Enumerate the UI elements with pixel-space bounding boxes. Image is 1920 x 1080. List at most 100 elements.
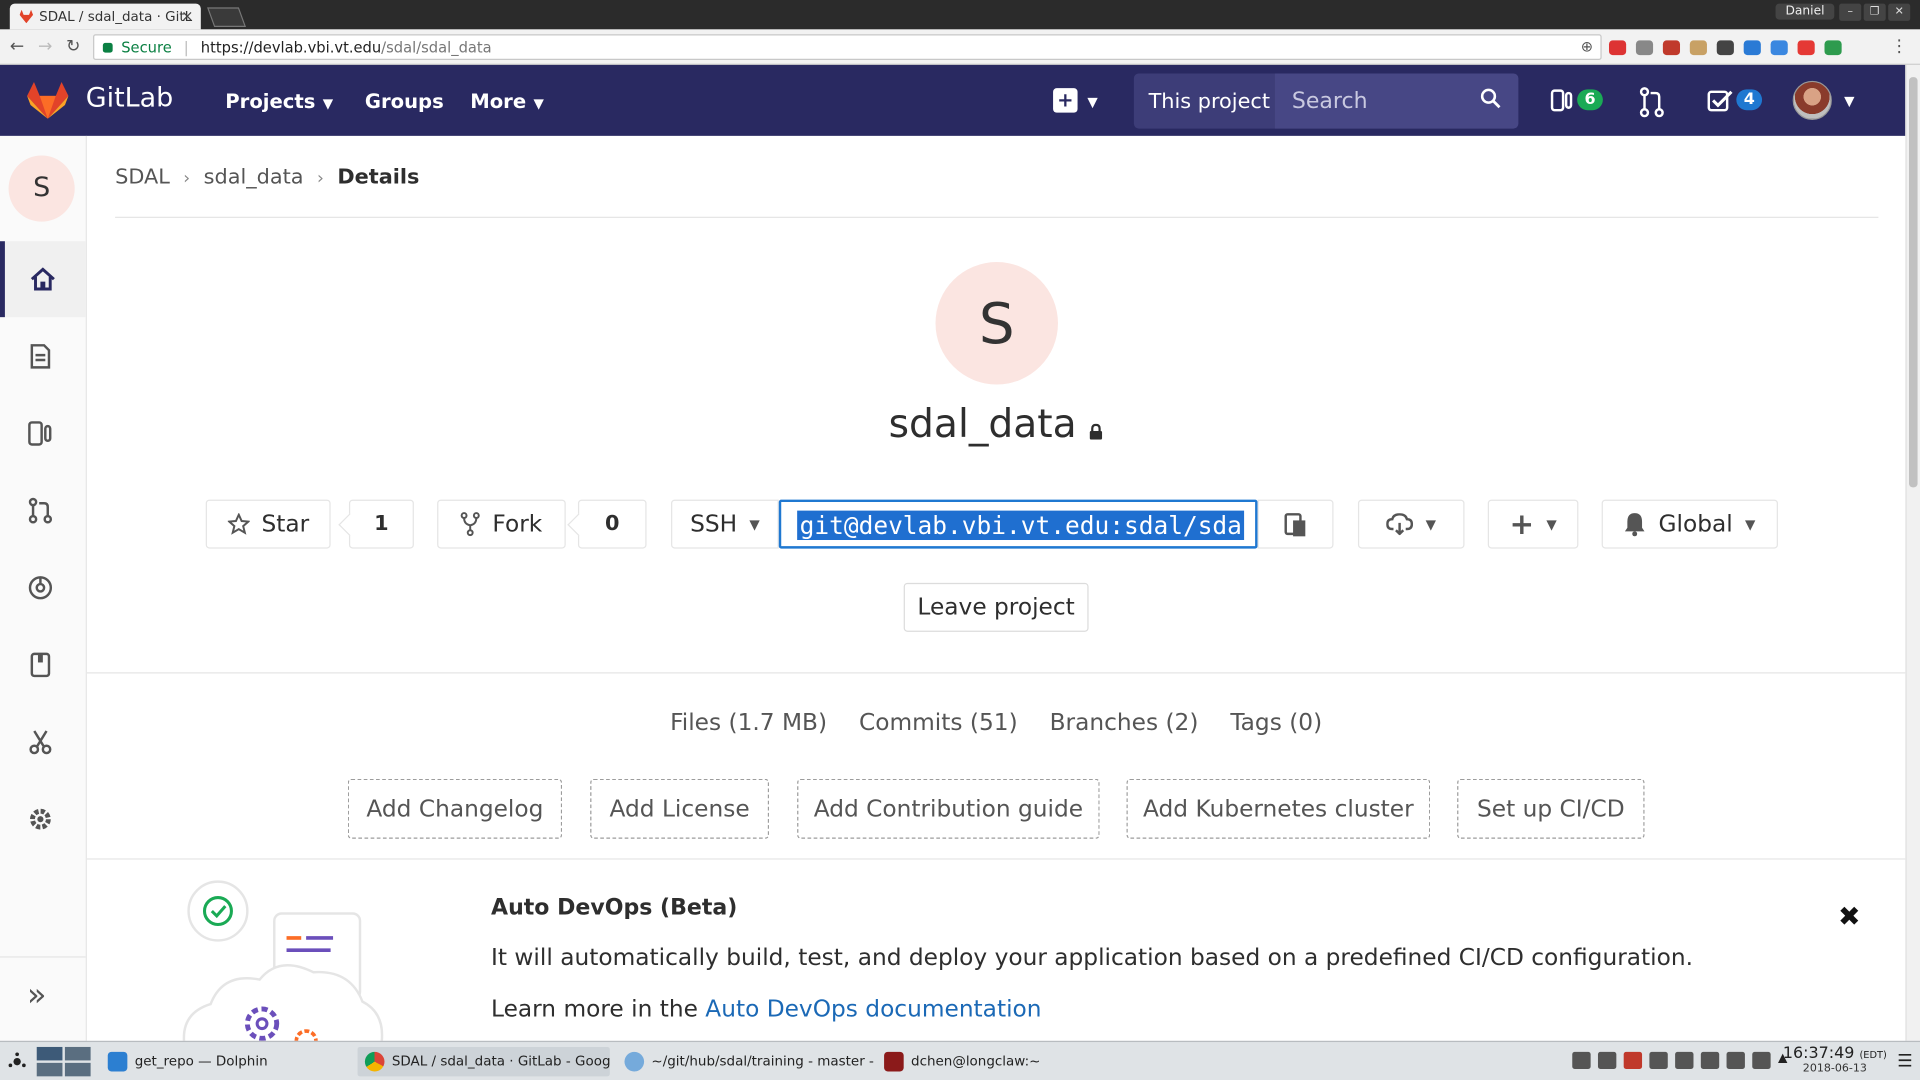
- sidebar-project-avatar[interactable]: S: [8, 155, 75, 222]
- extension-icon[interactable]: [1743, 40, 1761, 56]
- nav-projects[interactable]: Projects ▼: [225, 89, 333, 112]
- sidebar-item-wiki[interactable]: [0, 627, 86, 703]
- back-icon[interactable]: ←: [10, 37, 24, 57]
- caret-down-icon: ▼: [1425, 516, 1437, 533]
- project-stats: Files (1.7 MB) Commits (51) Branches (2)…: [87, 709, 1905, 736]
- zoom-icon[interactable]: ⊕: [1581, 38, 1593, 55]
- chevron-down-icon: ▼: [1087, 94, 1098, 111]
- tags-link[interactable]: Tags (0): [1230, 709, 1322, 736]
- notification-dropdown[interactable]: Global ▼: [1601, 499, 1778, 549]
- new-tab-button[interactable]: [207, 7, 247, 27]
- setup-ci-cd-button[interactable]: Set up CI/CD: [1457, 778, 1645, 839]
- extension-icon[interactable]: [1608, 40, 1627, 56]
- add-license-button[interactable]: Add License: [590, 778, 769, 839]
- taskbar-item-terminal[interactable]: dchen@longclaw:~: [877, 1047, 1097, 1076]
- new-dropdown[interactable]: + ▼: [1053, 87, 1098, 113]
- user-menu[interactable]: ▼: [1792, 80, 1854, 121]
- extension-icon[interactable]: [1662, 40, 1681, 56]
- commits-link[interactable]: Commits (51): [859, 709, 1018, 736]
- tab-close-icon[interactable]: ×: [181, 7, 193, 24]
- search-input[interactable]: Search: [1274, 73, 1519, 129]
- add-changelog-button[interactable]: Add Changelog: [347, 778, 563, 839]
- sidebar-item-issues[interactable]: [0, 396, 86, 472]
- copy-url-button[interactable]: [1257, 499, 1334, 549]
- os-taskbar: get_repo — Dolphin SDAL / sdal_data · Gi…: [0, 1040, 1920, 1080]
- taskbar-item-dolphin[interactable]: get_repo — Dolphin: [100, 1047, 345, 1076]
- gitlab-brand[interactable]: GitLab: [86, 83, 174, 114]
- star-count[interactable]: 1: [348, 499, 414, 549]
- battery-icon[interactable]: [1675, 1051, 1694, 1069]
- browser-menu-icon[interactable]: ⋮: [1891, 37, 1908, 57]
- sidebar-item-repository[interactable]: [0, 318, 86, 394]
- leave-project-button[interactable]: Leave project: [903, 582, 1089, 632]
- nav-more[interactable]: More ▼: [470, 89, 544, 112]
- clone-url-input[interactable]: git@devlab.vbi.vt.edu:sdal/sda: [778, 499, 1258, 549]
- todos-nav[interactable]: 4: [1707, 83, 1763, 115]
- nav-groups[interactable]: Groups: [365, 89, 444, 112]
- fork-count[interactable]: 0: [577, 499, 647, 549]
- desktop-pager[interactable]: [36, 1046, 91, 1077]
- clock[interactable]: 16:37:49 (EDT) 2018-06-13: [1783, 1044, 1887, 1075]
- browser-profile[interactable]: Daniel: [1775, 3, 1835, 20]
- issues-nav[interactable]: 6: [1550, 83, 1603, 115]
- notes-icon[interactable]: [1726, 1051, 1745, 1069]
- clipboard-tray-icon[interactable]: [1572, 1051, 1591, 1069]
- close-icon[interactable]: ✖: [1838, 902, 1861, 933]
- panel-menu-icon[interactable]: ☰: [1897, 1052, 1912, 1072]
- files-link[interactable]: Files (1.7 MB): [670, 709, 827, 736]
- add-contribution-guide-button[interactable]: Add Contribution guide: [797, 778, 1100, 839]
- restore-icon[interactable]: ❐: [1863, 3, 1886, 21]
- extension-icon[interactable]: [1824, 40, 1842, 56]
- add-kubernetes-cluster-button[interactable]: Add Kubernetes cluster: [1126, 778, 1431, 839]
- sidebar-item-snippets[interactable]: [0, 704, 86, 780]
- clone-protocol-dropdown[interactable]: SSH ▼: [671, 499, 779, 549]
- updates-icon[interactable]: [1623, 1051, 1643, 1069]
- caret-down-icon: ▼: [749, 516, 760, 533]
- add-dropdown[interactable]: + ▼: [1487, 499, 1579, 549]
- sidebar-item-ci-cd[interactable]: [0, 550, 86, 626]
- bluetooth-icon[interactable]: [1597, 1051, 1617, 1069]
- search-scope[interactable]: This project: [1133, 73, 1275, 129]
- sidebar-item-settings[interactable]: [0, 781, 86, 857]
- clone-url-text: git@devlab.vbi.vt.edu:sdal/sda: [797, 510, 1245, 541]
- settings-icon: [30, 808, 51, 830]
- extension-icon[interactable]: [1635, 40, 1654, 56]
- browser-tab[interactable]: SDAL / sdal_data · GitL ×: [9, 3, 201, 30]
- folder-icon: [107, 1051, 128, 1072]
- gitlab-logo-icon[interactable]: [27, 82, 69, 119]
- breadcrumb-current[interactable]: Details: [337, 165, 419, 189]
- extension-icon[interactable]: [1797, 40, 1815, 56]
- caret-down-icon: ▼: [1546, 516, 1557, 533]
- breadcrumb-group[interactable]: SDAL: [115, 165, 170, 189]
- extension-icon[interactable]: [1716, 40, 1734, 56]
- download-dropdown[interactable]: ▼: [1357, 499, 1465, 549]
- taskbar-item-rstudio[interactable]: ~/git/hub/sdal/training - master - R...: [617, 1047, 874, 1076]
- extension-icon[interactable]: [1770, 40, 1788, 56]
- app-launcher-icon[interactable]: [7, 1052, 27, 1072]
- auto-devops-docs-link[interactable]: Auto DevOps documentation: [705, 996, 1041, 1023]
- minimize-icon[interactable]: –: [1839, 3, 1862, 21]
- volume-icon[interactable]: [1752, 1051, 1771, 1069]
- fork-button[interactable]: Fork: [437, 499, 566, 549]
- keyboard-icon[interactable]: [1649, 1051, 1668, 1069]
- sidebar-item-overview[interactable]: [0, 241, 86, 318]
- auto-devops-description: It will automatically build, test, and d…: [491, 944, 1693, 972]
- extension-icon[interactable]: [1689, 40, 1707, 56]
- merge-requests-nav[interactable]: [1638, 83, 1665, 123]
- page-scrollbar[interactable]: [1905, 64, 1920, 1041]
- close-window-icon[interactable]: ✕: [1888, 3, 1911, 21]
- url-bar[interactable]: Secure | https://devlab.vbi.vt.edu/sdal/…: [93, 34, 1602, 61]
- sidebar-collapse-button[interactable]: »: [0, 956, 86, 1040]
- gitlab-favicon-icon: [19, 9, 34, 24]
- system-tray: ▲: [1572, 1051, 1796, 1069]
- reload-icon[interactable]: ↻: [66, 37, 80, 57]
- forward-icon[interactable]: →: [38, 37, 52, 57]
- wifi-icon[interactable]: [1700, 1051, 1720, 1069]
- sidebar-item-merge-requests[interactable]: [0, 473, 86, 549]
- taskbar-item-chrome[interactable]: SDAL / sdal_data · GitLab - Google ...: [357, 1046, 610, 1077]
- fork-label: Fork: [492, 510, 543, 538]
- branches-link[interactable]: Branches (2): [1050, 709, 1199, 736]
- scrollbar-thumb[interactable]: [1908, 77, 1918, 488]
- breadcrumb-project[interactable]: sdal_data: [204, 165, 304, 189]
- star-button[interactable]: Star: [205, 499, 331, 549]
